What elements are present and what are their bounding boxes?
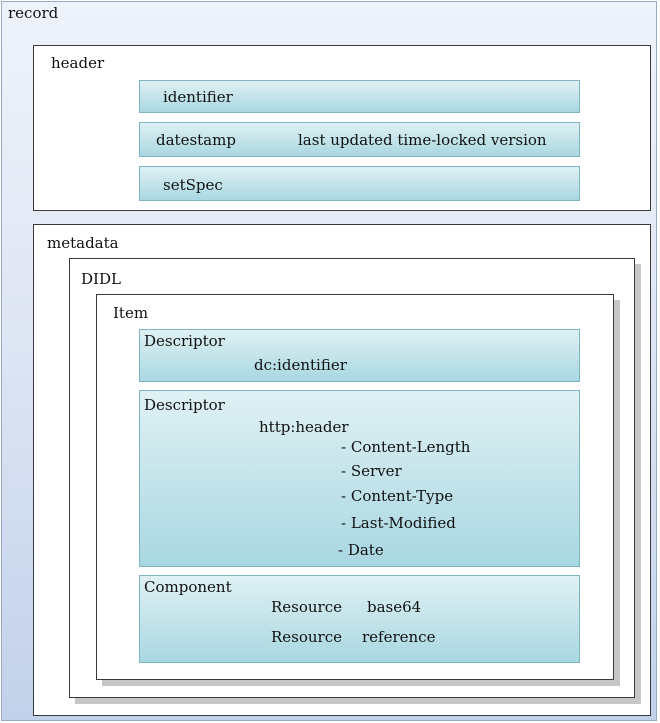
descriptor-2-label: Descriptor [144, 396, 225, 414]
http-header-field: - Date [338, 541, 384, 559]
header-label: header [51, 54, 105, 72]
resource-1-label: Resource [271, 598, 343, 616]
http-header-field: - Content-Length [341, 438, 471, 456]
item-label: Item [113, 304, 149, 322]
http-header-field: - Server [341, 462, 402, 480]
datestamp-note: last updated time-locked version [298, 131, 547, 149]
resource-1-value: base64 [367, 598, 422, 616]
identifier-label: identifier [163, 88, 233, 106]
http-header-field: - Content-Type [341, 487, 454, 505]
setspec-label: setSpec [163, 176, 223, 194]
descriptor-1-value: dc:identifier [254, 356, 347, 374]
resource-2-label: Resource [271, 628, 343, 646]
descriptor-2-value: http:header [259, 418, 349, 436]
record-label: record [8, 4, 59, 22]
descriptor-1-label: Descriptor [144, 332, 225, 350]
resource-2-value: reference [362, 628, 436, 646]
didl-label: DIDL [81, 270, 121, 288]
datestamp-label: datestamp [156, 131, 236, 149]
http-header-field: - Last-Modified [341, 514, 456, 532]
metadata-label: metadata [47, 234, 119, 252]
component-label: Component [144, 578, 232, 596]
